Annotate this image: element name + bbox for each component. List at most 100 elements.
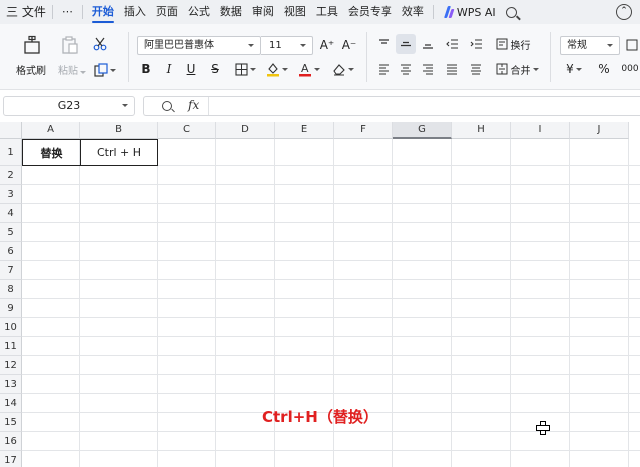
clear-format-icon[interactable] <box>330 60 356 78</box>
name-box[interactable]: G23 <box>3 96 135 116</box>
tab-insert[interactable]: 插入 <box>119 0 151 24</box>
row-header-7[interactable]: 7 <box>0 261 22 280</box>
column-header-g[interactable]: G <box>393 122 452 139</box>
row-header-3[interactable]: 3 <box>0 185 22 204</box>
menu-separator <box>51 5 53 19</box>
formula-input-area[interactable]: fx <box>143 96 640 116</box>
align-left-icon[interactable] <box>376 61 392 77</box>
font-size-select[interactable]: 11 <box>261 36 313 55</box>
row-header-6[interactable]: 6 <box>0 242 22 261</box>
cell-style-icon[interactable] <box>624 36 640 54</box>
column-header-i[interactable]: I <box>511 122 570 139</box>
format-painter-label[interactable]: 格式刷 <box>16 62 46 77</box>
strikethrough-icon[interactable]: S <box>208 60 222 78</box>
row-header-8[interactable]: 8 <box>0 280 22 299</box>
cloud-sync-icon[interactable]: ⌃ <box>616 4 632 20</box>
tab-efficiency[interactable]: 效率 <box>397 0 429 24</box>
align-middle-icon[interactable] <box>396 34 416 54</box>
fill-color-icon[interactable] <box>264 60 290 78</box>
grid-column-line <box>79 139 80 467</box>
merge-caret <box>532 67 539 71</box>
row-header-10[interactable]: 10 <box>0 318 22 337</box>
tab-view[interactable]: 视图 <box>279 0 311 24</box>
cell-a1[interactable]: 替换 <box>22 139 81 166</box>
currency-caret <box>575 67 582 71</box>
row-header-9[interactable]: 9 <box>0 299 22 318</box>
merge-button[interactable]: 合并 <box>492 60 542 78</box>
wps-ai-button[interactable]: WPS AI <box>438 6 502 19</box>
column-header-a[interactable]: A <box>22 122 80 139</box>
row-header-15[interactable]: 15 <box>0 413 22 432</box>
menu-separator <box>432 5 434 19</box>
borders-caret <box>249 67 256 71</box>
clear-format-caret <box>348 67 354 71</box>
menu-file[interactable]: 三 文件 <box>0 0 48 24</box>
cut-icon[interactable] <box>92 36 108 52</box>
cell-b1[interactable]: Ctrl + H <box>80 139 158 166</box>
ribbon-separator <box>366 32 367 82</box>
grid-row-line <box>22 203 640 204</box>
chevron-down-icon <box>248 44 254 47</box>
grid-row-line <box>22 222 640 223</box>
thousands-button[interactable]: 000 <box>620 60 640 78</box>
row-header-1[interactable]: 1 <box>0 139 22 166</box>
merge-label: 合并 <box>510 65 531 77</box>
row-header-4[interactable]: 4 <box>0 204 22 223</box>
tab-home[interactable]: 开始 <box>87 0 119 24</box>
italic-button[interactable]: I <box>162 60 176 78</box>
increase-indent-icon[interactable] <box>468 36 484 52</box>
align-right-icon[interactable] <box>420 61 436 77</box>
borders-icon[interactable] <box>232 61 258 77</box>
grid-column-line <box>451 139 452 467</box>
column-header-h[interactable]: H <box>452 122 511 139</box>
row-header-16[interactable]: 16 <box>0 432 22 451</box>
search-icon[interactable] <box>505 6 517 18</box>
column-header-b[interactable]: B <box>80 122 158 139</box>
row-header-11[interactable]: 11 <box>0 337 22 356</box>
increase-font-button[interactable]: A⁺ <box>318 36 336 54</box>
tab-formulas[interactable]: 公式 <box>183 0 215 24</box>
select-all-corner[interactable] <box>0 122 22 139</box>
row-header-2[interactable]: 2 <box>0 166 22 185</box>
currency-button[interactable]: ¥ <box>562 60 586 78</box>
distribute-icon[interactable] <box>468 61 484 77</box>
menu-more[interactable]: ⋯ <box>57 0 78 24</box>
format-painter-icon[interactable] <box>20 34 44 56</box>
copy-icon[interactable] <box>92 62 118 78</box>
column-header-d[interactable]: D <box>216 122 275 139</box>
font-size-value: 11 <box>269 40 282 51</box>
justify-icon[interactable] <box>444 61 460 77</box>
column-header-e[interactable]: E <box>275 122 334 139</box>
function-icon[interactable]: fx <box>188 98 199 112</box>
tab-page[interactable]: 页面 <box>151 0 183 24</box>
tab-data[interactable]: 数据 <box>215 0 247 24</box>
wrap-text-button[interactable]: 换行 <box>492 35 534 53</box>
zoom-icon[interactable] <box>162 101 172 111</box>
font-name-select[interactable]: 阿里巴巴普惠体 <box>137 36 261 55</box>
tab-review[interactable]: 审阅 <box>247 0 279 24</box>
row-header-14[interactable]: 14 <box>0 394 22 413</box>
paste-label[interactable]: 粘贴 <box>58 62 86 77</box>
percent-button[interactable]: % <box>596 60 612 78</box>
tab-tools[interactable]: 工具 <box>311 0 343 24</box>
fill-color-caret <box>282 67 288 71</box>
row-header-5[interactable]: 5 <box>0 223 22 242</box>
underline-button[interactable]: U <box>184 60 198 78</box>
column-header-f[interactable]: F <box>334 122 393 139</box>
column-header-j[interactable]: J <box>570 122 629 139</box>
row-header-17[interactable]: 17 <box>0 451 22 467</box>
align-bottom-icon[interactable] <box>420 36 436 52</box>
tab-member[interactable]: 会员专享 <box>343 0 397 24</box>
number-format-select[interactable]: 常规 <box>560 36 620 55</box>
row-header-12[interactable]: 12 <box>0 356 22 375</box>
column-header-c[interactable]: C <box>158 122 216 139</box>
bold-button[interactable]: B <box>139 60 153 78</box>
decrease-font-button[interactable]: A⁻ <box>340 36 358 54</box>
font-color-icon[interactable]: A <box>296 60 322 78</box>
row-header-13[interactable]: 13 <box>0 375 22 394</box>
align-center-icon[interactable] <box>398 61 414 77</box>
align-top-icon[interactable] <box>376 36 392 52</box>
copy-caret <box>110 68 116 72</box>
decrease-indent-icon[interactable] <box>444 36 460 52</box>
paste-icon[interactable] <box>58 34 82 56</box>
